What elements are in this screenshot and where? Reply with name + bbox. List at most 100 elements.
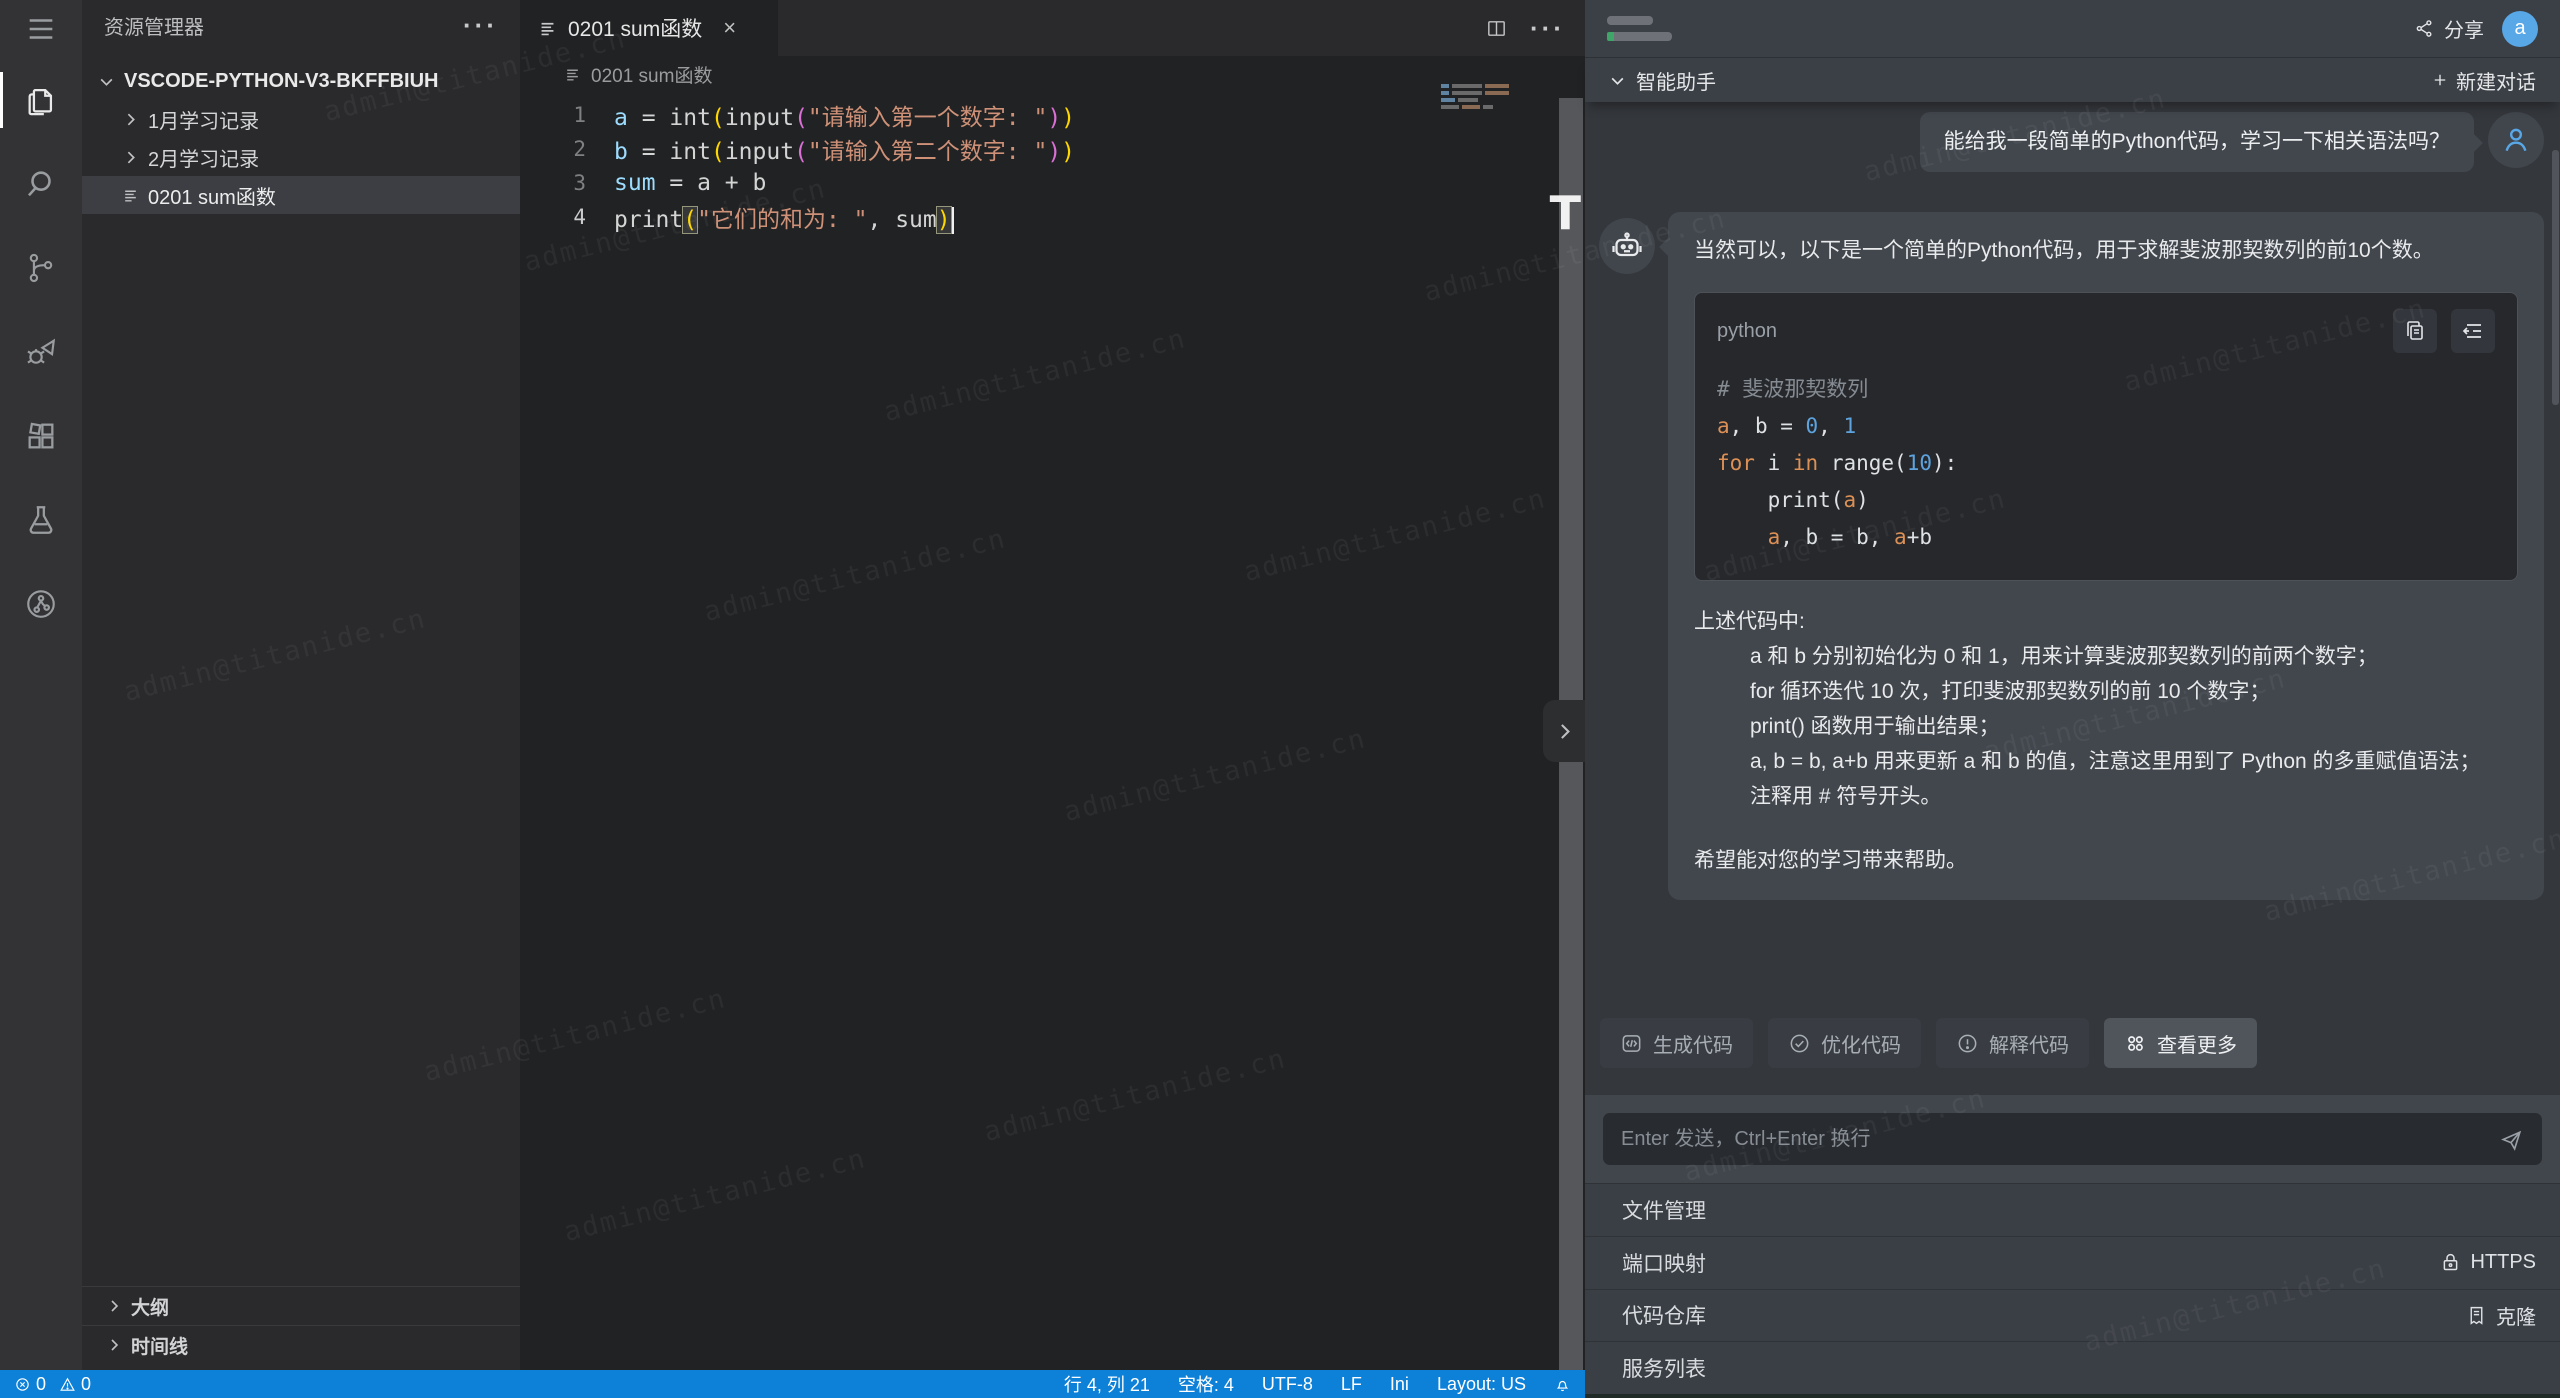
run-profile-icon[interactable] (0, 562, 82, 646)
chat-input[interactable] (1621, 1128, 2499, 1151)
sidebar-section-outline[interactable]: 大纲 (82, 1286, 520, 1325)
warning-icon (59, 1376, 76, 1393)
test-beaker-icon[interactable] (0, 478, 82, 562)
editor-more-actions[interactable]: ··· (1530, 23, 1565, 33)
code-line-2[interactable]: 2b = int(input("请输入第二个数字: ")) (520, 132, 1585, 166)
run-debug-icon[interactable] (0, 310, 82, 394)
line-number: 1 (520, 103, 614, 127)
line-number: 3 (520, 171, 614, 195)
code-line-1[interactable]: 1a = int(input("请输入第一个数字: ")) (520, 98, 1585, 132)
see-more-button[interactable]: 查看更多 (2104, 1018, 2257, 1068)
chevron-right-icon (1554, 721, 1575, 742)
code-line-4[interactable]: 4print("它们的和为: ", sum) (520, 200, 1585, 234)
copy-code-button[interactable] (2393, 309, 2437, 353)
tree-item-root[interactable]: VSCODE-PYTHON-V3-BKFFBIUH (82, 62, 520, 100)
clone-icon (2466, 1305, 2487, 1326)
robot-avatar (1599, 218, 1655, 274)
status-item[interactable]: UTF-8 (1262, 1374, 1313, 1395)
tree-item-file-0201-sum[interactable]: 0201 sum函数 (82, 176, 520, 214)
tree-item-folder-jan[interactable]: 1月学习记录 (82, 100, 520, 138)
tree-item-label: VSCODE-PYTHON-V3-BKFFBIUH (124, 70, 438, 93)
explanation-item: a 和 b 分别初始化为 0 和 1，用来计算斐波那契数列的前两个数字； (1694, 639, 2518, 674)
sidebar-section-timeline[interactable]: 时间线 (82, 1325, 520, 1364)
explorer-sidebar: 资源管理器 ··· VSCODE-PYTHON-V3-BKFFBIUH 1月学习记… (82, 0, 520, 1370)
generate-code-button[interactable]: 生成代码 (1600, 1018, 1753, 1068)
section-file-management[interactable]: 文件管理 (1585, 1183, 2560, 1236)
text-cursor (952, 207, 954, 234)
section-action-port-mapping[interactable]: HTTPS (2440, 1251, 2536, 1274)
new-chat-button[interactable]: 新建对话 (2431, 66, 2536, 95)
editor-tab-bar: 0201 sum函数 × ··· (520, 0, 1585, 56)
bell-icon[interactable] (1554, 1376, 1571, 1393)
assistant-collapse[interactable]: 智能助手 (1609, 66, 1716, 95)
code-text: sum = a + b (614, 170, 766, 196)
sidebar-title: 资源管理器 (104, 11, 204, 40)
problems-indicator[interactable]: 0 0 (14, 1374, 99, 1395)
panel-expand-button[interactable] (1543, 700, 1585, 762)
explanation-item: print() 函数用于输出结果； (1694, 709, 2518, 744)
code-text: b = int(input("请输入第二个数字: ")) (614, 132, 1075, 166)
code-editor[interactable]: 1a = int(input("请输入第一个数字: "))2b = int(in… (520, 92, 1585, 234)
file-lines-icon (564, 66, 581, 83)
status-item[interactable]: Layout: US (1437, 1374, 1526, 1395)
section-service-list[interactable]: 服务列表 (1585, 1341, 2560, 1394)
explorer-icon[interactable] (0, 58, 82, 142)
chevron-down-icon (98, 73, 115, 90)
tab-close-icon[interactable]: × (723, 17, 736, 39)
source-control-icon[interactable] (0, 226, 82, 310)
panel-header: 分享 a (1585, 0, 2560, 58)
code-text: print("它们的和为: ", sum) (614, 200, 954, 234)
person-icon (2500, 124, 2532, 156)
panel-bottom-strip (1585, 1394, 2560, 1398)
tree-item-folder-feb[interactable]: 2月学习记录 (82, 138, 520, 176)
menu-icon[interactable] (0, 0, 82, 58)
editor-area: 0201 sum函数 × ··· 0201 sum函数 1a = int(inp… (520, 0, 1585, 1370)
section-action-code-repo[interactable]: 克隆 (2466, 1301, 2536, 1330)
explanation-lead: 上述代码中: (1694, 605, 2518, 639)
copy-icon (2403, 319, 2427, 343)
insert-code-button[interactable] (2451, 309, 2495, 353)
file-lines-icon (538, 19, 557, 38)
error-count: 0 (36, 1374, 46, 1395)
code-explanation: 上述代码中: a 和 b 分别初始化为 0 和 1，用来计算斐波那契数列的前两个… (1694, 605, 2518, 814)
tree-item-label: 0201 sum函数 (148, 181, 276, 210)
tab-title: 0201 sum函数 (568, 13, 702, 43)
send-icon[interactable] (2499, 1127, 2524, 1152)
minimap[interactable] (1441, 84, 1515, 112)
optimize-code-button[interactable]: 优化代码 (1768, 1018, 1921, 1068)
sidebar-more-actions[interactable]: ··· (463, 20, 498, 30)
line-number: 2 (520, 137, 614, 161)
closing-remark: 希望能对您的学习带来帮助。 (1694, 844, 2518, 878)
chat-code-line: a, b = b, a+b (1717, 519, 2495, 556)
extensions-icon[interactable] (0, 394, 82, 478)
explain-code-button[interactable]: 解释代码 (1936, 1018, 2089, 1068)
status-item[interactable]: 行 4, 列 21 (1064, 1371, 1150, 1397)
status-bar: 0 0 行 4, 列 21 空格: 4 UTF-8 LF Ini Layout: US (0, 1370, 1585, 1398)
status-item[interactable]: 空格: 4 (1178, 1371, 1234, 1397)
code-text: a = int(input("请输入第一个数字: ")) (614, 98, 1075, 132)
tab-0201-sum[interactable]: 0201 sum函数 × (520, 0, 778, 56)
explanation-item: a, b = b, a+b 用来更新 a 和 b 的值，注意这里用到了 Pyth… (1694, 744, 2518, 779)
split-editor-icon[interactable] (1485, 17, 1508, 40)
chat-code-line: a, b = 0, 1 (1717, 408, 2495, 445)
code-line-3[interactable]: 3sum = a + b (520, 166, 1585, 200)
status-item[interactable]: LF (1341, 1374, 1362, 1395)
status-item[interactable]: Ini (1390, 1374, 1409, 1395)
panel-menu-icon[interactable] (1607, 16, 1672, 41)
chat-code-line: for i in range(10): (1717, 445, 2495, 482)
section-code-repo[interactable]: 代码仓库克隆 (1585, 1289, 2560, 1342)
check-circle-icon (1788, 1032, 1811, 1055)
breadcrumb[interactable]: 0201 sum函数 (520, 56, 1585, 92)
person-avatar (2488, 112, 2544, 168)
assistant-panel: 分享 a 智能助手 新建对话 能给我一段简单的Python代码，学习一下相关语法… (1585, 0, 2560, 1398)
chevron-right-icon (122, 111, 139, 128)
lock-icon (2440, 1252, 2461, 1273)
explanation-item: 注释用 # 符号开头。 (1694, 779, 2518, 814)
user-avatar[interactable]: a (2502, 11, 2538, 47)
share-button[interactable]: 分享 (2414, 14, 2484, 43)
search-icon[interactable] (0, 142, 82, 226)
activity-bar (0, 0, 82, 1370)
panel-scrollbar[interactable] (2552, 150, 2559, 405)
section-port-mapping[interactable]: 端口映射HTTPS (1585, 1236, 2560, 1289)
exclaim-circle-icon (1956, 1032, 1979, 1055)
